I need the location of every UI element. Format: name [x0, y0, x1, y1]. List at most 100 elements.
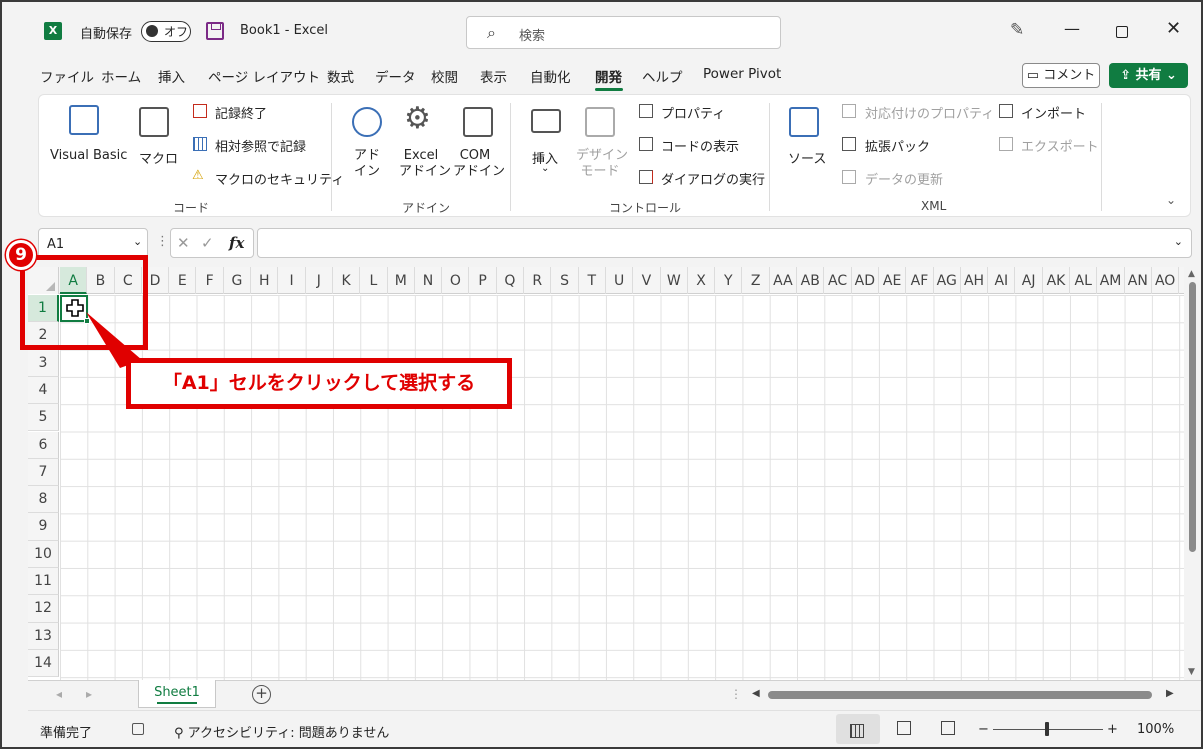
cancel-icon[interactable]: ✕	[177, 234, 190, 252]
export-button[interactable]: エクスポート	[1021, 136, 1099, 155]
ribbon-collapse-icon[interactable]: ⌄	[1166, 193, 1176, 207]
autosave-toggle[interactable]: オフ	[141, 21, 191, 42]
chevron-down-icon[interactable]: ⌄	[1174, 235, 1183, 248]
row-header-12[interactable]: 12	[28, 595, 59, 623]
row-header-7[interactable]: 7	[28, 458, 59, 487]
column-header-l[interactable]: L	[360, 267, 388, 294]
column-header-z[interactable]: Z	[743, 267, 770, 294]
row-header-10[interactable]: 10	[28, 540, 59, 568]
zoom-in-button[interactable]: +	[1107, 722, 1118, 737]
accessibility-status[interactable]: ⚲ アクセシビリティ: 問題ありません	[174, 722, 389, 741]
visual-basic-button[interactable]: Visual Basic	[50, 148, 127, 163]
minimize-button[interactable]: —	[1064, 19, 1080, 38]
scroll-thumb[interactable]	[1189, 282, 1196, 552]
next-sheet-icon[interactable]: ▸	[86, 687, 92, 701]
tab-review[interactable]: 校閲	[431, 66, 458, 86]
cell-area[interactable]	[60, 295, 1184, 680]
column-header-ai[interactable]: AI	[988, 267, 1016, 294]
horizontal-scroll-thumb[interactable]	[768, 691, 1152, 699]
run-dialog-button[interactable]: ダイアログの実行	[661, 169, 765, 188]
column-header-i[interactable]: I	[278, 267, 306, 294]
column-header-ao[interactable]: AO	[1152, 267, 1180, 294]
column-header-v[interactable]: V	[633, 267, 661, 294]
tab-file[interactable]: ファイル	[40, 66, 94, 86]
row-header-11[interactable]: 11	[28, 568, 59, 596]
row-header-6[interactable]: 6	[28, 431, 59, 459]
design-mode-button[interactable]: デザイン モード	[576, 148, 628, 180]
import-button[interactable]: インポート	[1021, 103, 1086, 122]
column-header-al[interactable]: AL	[1070, 267, 1098, 294]
sheet-tab-sheet1[interactable]: Sheet1	[138, 680, 216, 708]
comment-button[interactable]: ▭ コメント	[1022, 63, 1100, 88]
zoom-level[interactable]: 100%	[1137, 722, 1174, 737]
name-box[interactable]: A1 ⌄	[38, 228, 148, 258]
column-header-q[interactable]: Q	[497, 267, 525, 294]
column-header-t[interactable]: T	[579, 267, 606, 294]
column-header-f[interactable]: F	[197, 267, 224, 294]
stop-recording-button[interactable]: 記録終了	[215, 103, 267, 122]
enter-icon[interactable]: ✓	[201, 234, 214, 252]
expansion-packs-button[interactable]: 拡張パック	[865, 136, 930, 155]
close-button[interactable]: ✕	[1166, 18, 1181, 39]
xml-source-button[interactable]: ソース	[788, 148, 826, 167]
column-header-aj[interactable]: AJ	[1016, 267, 1043, 294]
prev-sheet-icon[interactable]: ◂	[56, 687, 62, 701]
column-header-e[interactable]: E	[169, 267, 197, 294]
scroll-down-icon[interactable]: ▼	[1188, 667, 1195, 677]
com-addins-button[interactable]: COM アドイン	[453, 148, 505, 180]
refresh-data-button[interactable]: データの更新	[865, 169, 943, 188]
macro-button[interactable]: マクロ	[139, 148, 178, 167]
column-header-g[interactable]: G	[224, 267, 252, 294]
column-header-w[interactable]: W	[661, 267, 688, 294]
column-header-ab[interactable]: AB	[797, 267, 825, 294]
normal-view-button[interactable]	[836, 714, 880, 744]
column-header-ah[interactable]: AH	[961, 267, 989, 294]
properties-button[interactable]: プロパティ	[661, 103, 725, 122]
tab-power-pivot[interactable]: Power Pivot	[703, 66, 781, 82]
macro-record-icon[interactable]	[132, 723, 144, 735]
column-header-k[interactable]: K	[333, 267, 361, 294]
zoom-out-button[interactable]: −	[978, 722, 989, 737]
column-header-o[interactable]: O	[442, 267, 470, 294]
column-header-ad[interactable]: AD	[852, 267, 879, 294]
column-header-ak[interactable]: AK	[1043, 267, 1071, 294]
column-header-am[interactable]: AM	[1097, 267, 1125, 294]
tab-automate[interactable]: 自動化	[530, 66, 571, 86]
column-header-s[interactable]: S	[551, 267, 579, 294]
page-break-view-icon[interactable]	[941, 721, 955, 735]
scroll-left-icon[interactable]: ◀	[752, 688, 760, 699]
row-header-9[interactable]: 9	[28, 513, 59, 541]
pen-icon[interactable]: ✎	[1010, 20, 1024, 40]
tab-page-layout[interactable]: ページ レイアウト	[208, 66, 320, 86]
split-handle-icon[interactable]: ⋮	[730, 687, 742, 701]
column-header-h[interactable]: H	[251, 267, 279, 294]
tab-home[interactable]: ホーム	[101, 66, 141, 86]
search-box[interactable]: ⌕ 検索	[466, 16, 781, 49]
row-header-8[interactable]: 8	[28, 486, 59, 514]
column-header-j[interactable]: J	[306, 267, 333, 294]
tab-help[interactable]: ヘルプ	[642, 66, 683, 86]
tab-formulas[interactable]: 数式	[327, 66, 354, 86]
column-header-ac[interactable]: AC	[824, 267, 852, 294]
zoom-slider-thumb[interactable]	[1045, 722, 1049, 736]
save-icon[interactable]	[206, 22, 224, 40]
column-header-r[interactable]: R	[524, 267, 552, 294]
tab-developer[interactable]: 開発	[595, 66, 622, 86]
addins-button[interactable]: アド イン	[350, 148, 384, 180]
column-header-ag[interactable]: AG	[934, 267, 961, 294]
tab-view[interactable]: 表示	[480, 66, 507, 86]
excel-addins-button[interactable]: Excel アドイン	[399, 148, 451, 180]
column-header-p[interactable]: P	[470, 267, 497, 294]
add-sheet-button[interactable]: +	[252, 685, 271, 704]
column-header-n[interactable]: N	[415, 267, 443, 294]
column-header-aa[interactable]: AA	[770, 267, 798, 294]
map-properties-button[interactable]: 対応付けのプロパティ	[865, 103, 994, 122]
column-header-an[interactable]: AN	[1125, 267, 1152, 294]
relative-ref-button[interactable]: 相対参照で記録	[215, 136, 306, 155]
maximize-button[interactable]	[1116, 26, 1128, 38]
vertical-scrollbar[interactable]: ▲ ▼	[1184, 267, 1201, 680]
row-header-3[interactable]: 3	[28, 349, 59, 377]
insert-function-button[interactable]: fx	[229, 234, 244, 252]
column-header-af[interactable]: AF	[906, 267, 934, 294]
column-header-m[interactable]: M	[388, 267, 415, 294]
